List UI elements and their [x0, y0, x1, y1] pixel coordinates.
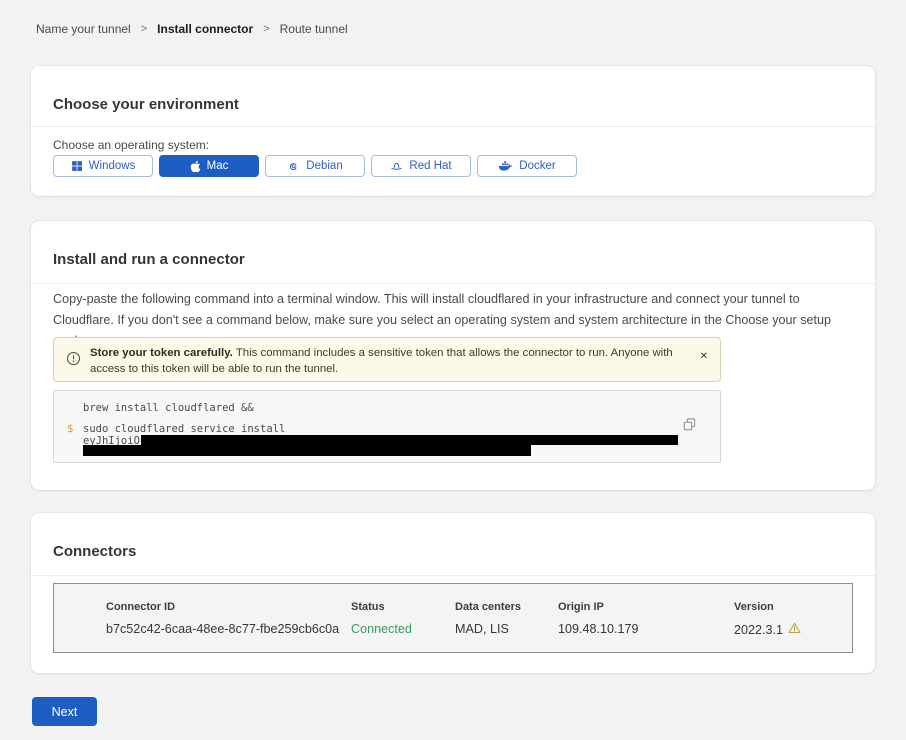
close-icon[interactable]: ✕	[700, 352, 708, 362]
windows-icon	[71, 160, 83, 172]
breadcrumb-route-tunnel[interactable]: Route tunnel	[280, 22, 348, 36]
os-button-group: Windows Mac Debian Red Hat Docker	[53, 155, 577, 177]
os-button-label: Windows	[89, 160, 136, 172]
breadcrumb: Name your tunnel > Install connector > R…	[36, 22, 348, 36]
token-redaction-bar	[141, 435, 678, 445]
environment-card: Choose your environment Choose an operat…	[31, 66, 875, 196]
connectors-card: Connectors Connector ID Status Data cent…	[31, 513, 875, 673]
status-badge: Connected	[351, 622, 455, 637]
card-divider	[31, 283, 875, 284]
code-line-brew: brew install cloudflared &&	[83, 403, 254, 414]
table-row: b7c52c42-6caa-48ee-8c77-fbe259cb6c0a Con…	[106, 622, 852, 637]
connectors-card-title: Connectors	[53, 543, 136, 560]
code-line-service-install: sudo cloudflared service install	[83, 424, 285, 435]
os-button-docker[interactable]: Docker	[477, 155, 577, 177]
docker-icon	[498, 160, 513, 172]
os-select-label: Choose an operating system:	[53, 138, 209, 152]
version-number: 2022.3.1	[734, 623, 783, 637]
connector-id-value: b7c52c42-6caa-48ee-8c77-fbe259cb6c0a	[106, 622, 351, 637]
os-button-windows[interactable]: Windows	[53, 155, 153, 177]
card-divider	[31, 575, 875, 576]
os-button-mac[interactable]: Mac	[159, 155, 259, 177]
data-centers-value: MAD, LIS	[455, 622, 558, 637]
token-redaction-bar	[83, 445, 531, 456]
column-header-status: Status	[351, 601, 455, 613]
column-header-origin-ip: Origin IP	[558, 601, 734, 613]
breadcrumb-separator: >	[141, 23, 147, 35]
install-card-title: Install and run a connector	[53, 251, 245, 268]
os-button-label: Red Hat	[409, 160, 451, 172]
redhat-icon	[390, 160, 403, 173]
os-button-redhat[interactable]: Red Hat	[371, 155, 471, 177]
apple-icon	[190, 160, 201, 173]
column-header-version: Version	[734, 601, 849, 613]
version-value: 2022.3.1	[734, 622, 849, 637]
breadcrumb-separator: >	[263, 23, 269, 35]
os-button-label: Debian	[306, 160, 342, 172]
install-command-codeblock: brew install cloudflared && $ sudo cloud…	[53, 390, 721, 463]
connectors-table: Connector ID Status Data centers Origin …	[53, 583, 853, 653]
warning-text: Store your token carefully. This command…	[90, 338, 680, 377]
breadcrumb-install-connector[interactable]: Install connector	[157, 22, 253, 36]
debian-icon	[287, 160, 300, 173]
breadcrumb-name-your-tunnel[interactable]: Name your tunnel	[36, 22, 131, 36]
shell-prompt: $	[67, 424, 73, 435]
warning-title: Store your token carefully.	[90, 347, 233, 359]
os-button-debian[interactable]: Debian	[265, 155, 365, 177]
environment-card-title: Choose your environment	[53, 96, 239, 113]
warning-triangle-icon	[788, 622, 801, 637]
table-header-row: Connector ID Status Data centers Origin …	[106, 601, 852, 613]
alert-circle-icon	[66, 351, 81, 371]
token-warning-banner: Store your token carefully. This command…	[53, 337, 721, 382]
card-divider	[31, 126, 875, 127]
os-button-label: Docker	[519, 160, 555, 172]
origin-ip-value: 109.48.10.179	[558, 622, 734, 637]
copy-icon[interactable]	[683, 418, 696, 434]
column-header-data-centers: Data centers	[455, 601, 558, 613]
next-button[interactable]: Next	[32, 697, 97, 726]
install-connector-card: Install and run a connector Copy-paste t…	[31, 221, 875, 490]
os-button-label: Mac	[207, 160, 229, 172]
column-header-connector-id: Connector ID	[106, 601, 351, 613]
